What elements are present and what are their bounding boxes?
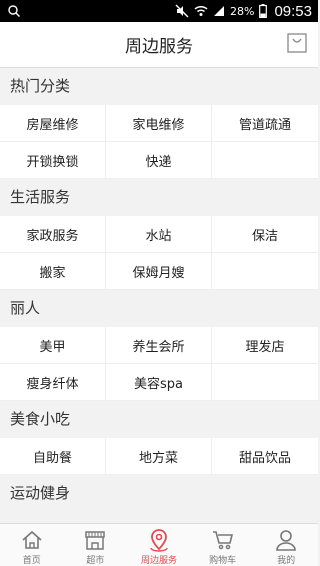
- service-item[interactable]: 水站: [106, 216, 212, 252]
- home-icon: [22, 530, 42, 549]
- service-item[interactable]: 房屋维修: [0, 105, 106, 141]
- mute-icon: [175, 4, 189, 18]
- service-item[interactable]: 养生会所: [106, 327, 212, 363]
- shopping-bag-icon[interactable]: [286, 32, 308, 54]
- tab-label: 购物车: [209, 556, 237, 566]
- signal-icon: [214, 6, 224, 16]
- service-grid: 自助餐 地方菜 甜品饮品: [0, 438, 318, 475]
- battery-icon: [259, 4, 268, 18]
- service-item[interactable]: 保洁: [212, 216, 318, 252]
- section-title: 生活服务: [0, 179, 318, 216]
- tab-label: 周边服务: [140, 556, 177, 566]
- service-item[interactable]: 自助餐: [0, 438, 106, 474]
- tab-label: 首页: [22, 556, 41, 566]
- service-grid: 房屋维修 家电维修 管道疏通 开锁换锁 快递: [0, 105, 318, 179]
- battery-percent: 28%: [230, 4, 255, 18]
- tab-home[interactable]: 首页: [0, 524, 64, 566]
- service-item[interactable]: 保姆月嫂: [106, 253, 212, 289]
- service-list: 热门分类 房屋维修 家电维修 管道疏通 开锁换锁 快递 生活服务 家政服务 水站 保洁 搬家 保姆月嫂…: [0, 68, 318, 523]
- wifi-icon: [194, 5, 208, 16]
- title-bar: 周边服务: [0, 22, 318, 68]
- store-icon: [85, 531, 106, 550]
- section-title: 运动健身: [0, 475, 318, 512]
- page-title: 周边服务: [125, 37, 193, 57]
- section-title: 丽人: [0, 290, 318, 327]
- service-item[interactable]: 美容spa: [106, 364, 212, 400]
- service-item[interactable]: 甜品饮品: [212, 438, 318, 474]
- service-item[interactable]: 家电维修: [106, 105, 212, 141]
- service-grid: 美甲 养生会所 理发店 瘦身纤体 美容spa: [0, 327, 318, 401]
- service-row: 瘦身纤体 美容spa: [0, 364, 318, 401]
- person-icon: [276, 530, 296, 551]
- service-row: 美甲 养生会所 理发店: [0, 327, 318, 364]
- service-item[interactable]: 地方菜: [106, 438, 212, 474]
- section-title: 热门分类: [0, 68, 318, 105]
- location-pin-icon: [150, 529, 168, 552]
- tab-label: 超市: [86, 556, 105, 566]
- service-item[interactable]: 瘦身纤体: [0, 364, 106, 400]
- service-row: 开锁换锁 快递: [0, 142, 318, 179]
- service-row: 搬家 保姆月嫂: [0, 253, 318, 290]
- service-item[interactable]: 理发店: [212, 327, 318, 363]
- service-item[interactable]: 快递: [106, 142, 212, 178]
- service-grid: 家政服务 水站 保洁 搬家 保姆月嫂: [0, 216, 318, 290]
- cart-icon: [212, 531, 233, 550]
- service-item[interactable]: 美甲: [0, 327, 106, 363]
- service-row: 自助餐 地方菜 甜品饮品: [0, 438, 318, 475]
- service-item[interactable]: 家政服务: [0, 216, 106, 252]
- tab-person[interactable]: 我的: [254, 524, 318, 566]
- status-bar: 28% 09:53: [0, 0, 318, 22]
- service-item[interactable]: 管道疏通: [212, 105, 318, 141]
- empty-cell: [212, 253, 318, 289]
- service-item[interactable]: 搬家: [0, 253, 106, 289]
- search-icon: [8, 5, 20, 17]
- service-item[interactable]: 开锁换锁: [0, 142, 106, 178]
- tab-cart[interactable]: 购物车: [191, 524, 255, 566]
- empty-cell: [212, 364, 318, 400]
- service-row: 家政服务 水站 保洁: [0, 216, 318, 253]
- section-title: 美食小吃: [0, 401, 318, 438]
- service-row: 房屋维修 家电维修 管道疏通: [0, 105, 318, 142]
- tab-store[interactable]: 超市: [64, 524, 128, 566]
- tab-location-pin[interactable]: 周边服务: [127, 524, 191, 566]
- bottom-tab-bar: 首页 超市 周边服务 购物车 我的: [0, 523, 318, 566]
- clock: 09:53: [274, 2, 312, 20]
- tab-label: 我的: [277, 556, 296, 566]
- empty-cell: [212, 142, 318, 178]
